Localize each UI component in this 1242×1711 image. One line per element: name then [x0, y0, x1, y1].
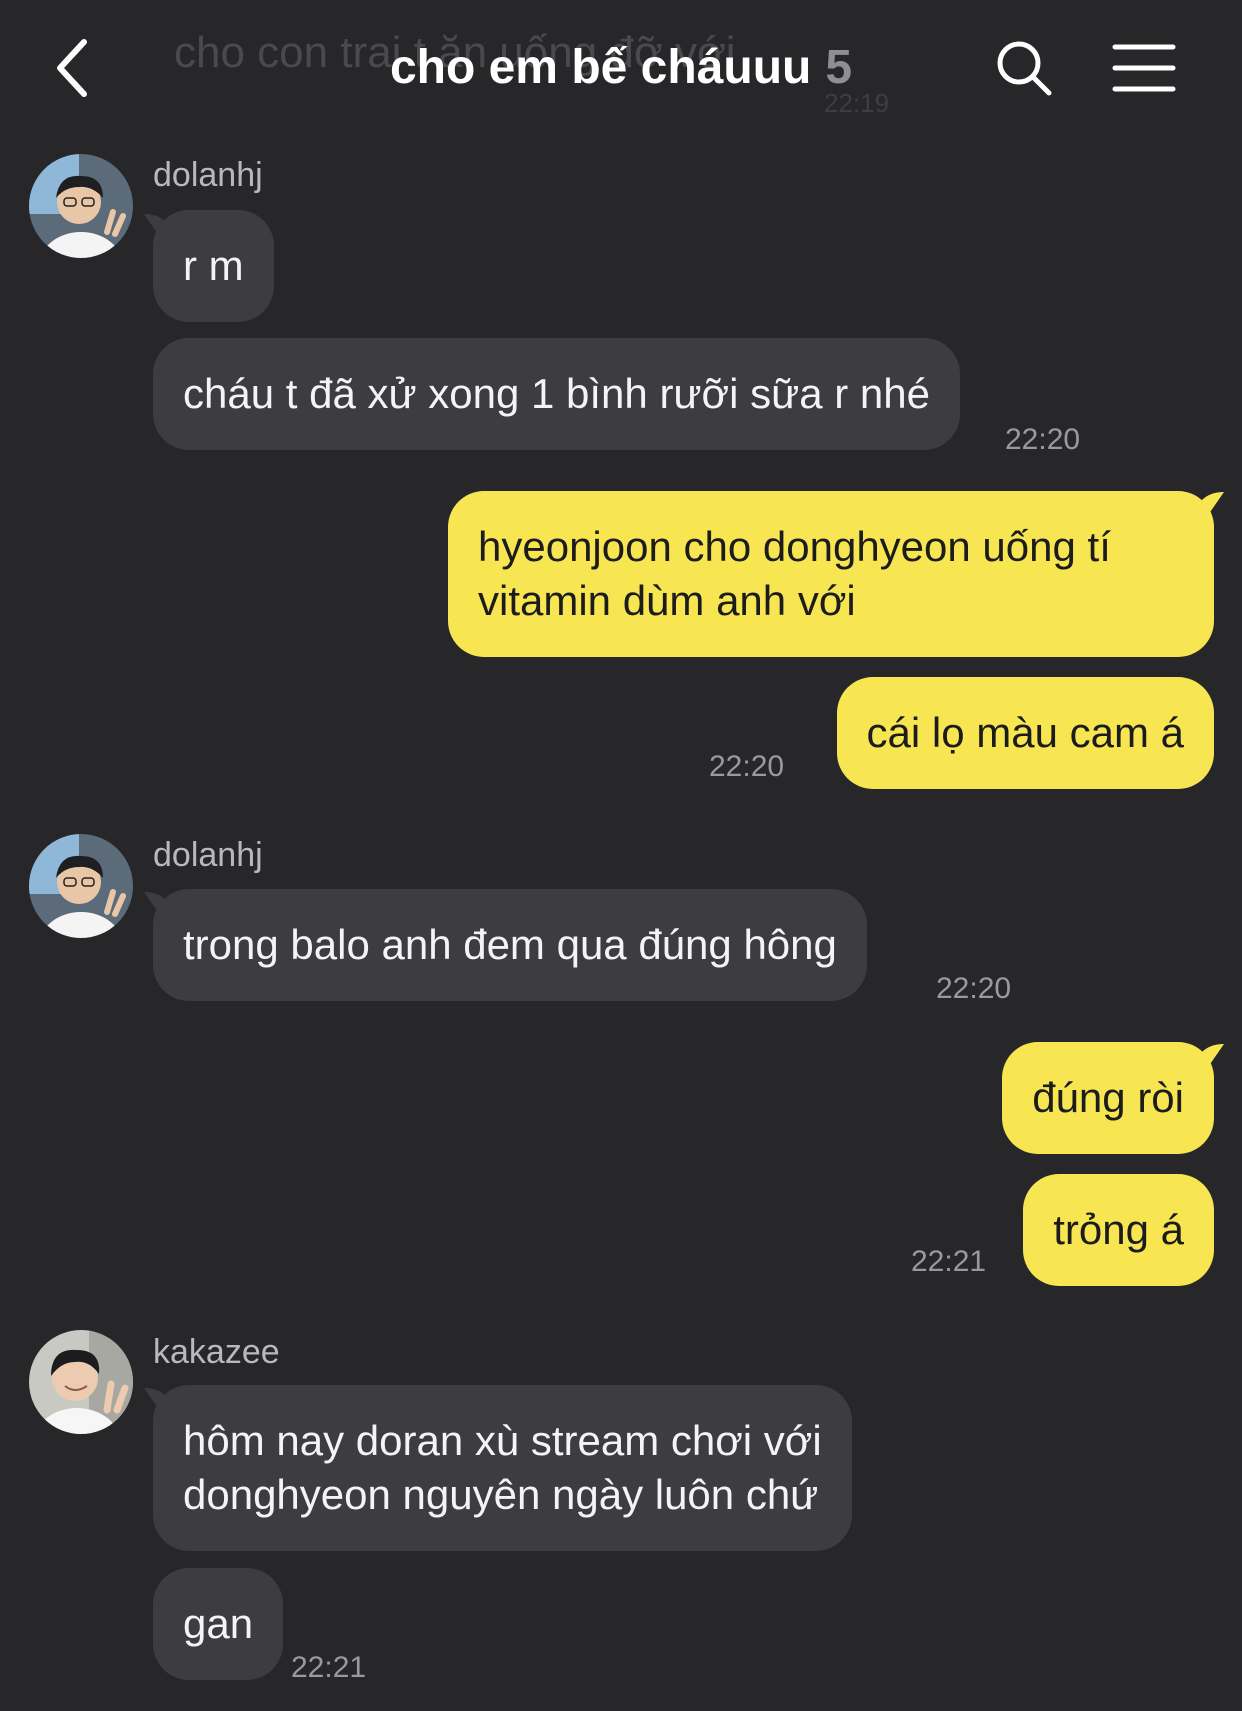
message-text-line: hyeonjoon cho donghyeon uống tí — [478, 523, 1111, 570]
back-button[interactable] — [50, 34, 110, 102]
avatar[interactable] — [29, 834, 133, 938]
message-bubble[interactable]: hôm nay doran xù stream chơi với donghye… — [153, 1385, 852, 1551]
user-avatar-icon — [29, 1330, 133, 1434]
chat-title[interactable]: cho em bế cháuuu 5 — [390, 40, 852, 95]
message-text: trỏng á — [1053, 1206, 1184, 1253]
message-text: gan — [183, 1600, 254, 1647]
member-count: 5 — [825, 41, 853, 94]
menu-button[interactable] — [1112, 42, 1176, 94]
message-bubble[interactable]: trỏng á — [1023, 1174, 1214, 1286]
sender-name: dolanhj — [153, 156, 263, 194]
message-bubble[interactable]: hyeonjoon cho donghyeon uống tí vitamin … — [448, 491, 1214, 657]
message-time: 22:21 — [911, 1245, 987, 1278]
message-text-line: donghyeon nguyên ngày luôn chứ — [183, 1471, 819, 1518]
message-text: cháu t đã xử xong 1 bình rưỡi sữa r nhé — [183, 370, 930, 417]
message-bubble[interactable]: cháu t đã xử xong 1 bình rưỡi sữa r nhé — [153, 338, 960, 450]
message-time: 22:21 — [291, 1651, 367, 1684]
user-avatar-icon — [29, 834, 133, 938]
message-text: cái lọ màu cam á — [866, 709, 1184, 756]
message-bubble[interactable]: trong balo anh đem qua đúng hông — [153, 889, 867, 1001]
message-text-line: vitamin dùm anh với — [478, 577, 856, 624]
user-avatar-icon — [29, 154, 133, 258]
search-button[interactable] — [994, 38, 1054, 98]
message-text: đúng ròi — [1032, 1074, 1184, 1121]
message-text-line: hôm nay doran xù stream chơi với — [183, 1417, 822, 1464]
message-bubble[interactable]: r m — [153, 210, 274, 322]
chevron-left-icon — [57, 39, 87, 97]
message-time: 22:20 — [709, 750, 785, 783]
message-text: trong balo anh đem qua đúng hông — [183, 921, 837, 968]
sender-name: dolanhj — [153, 836, 263, 874]
message-time: 22:20 — [1005, 423, 1081, 456]
chat-name: cho em bế cháuuu — [389, 41, 812, 94]
avatar[interactable] — [29, 1330, 133, 1434]
message-bubble[interactable]: đúng ròi — [1002, 1042, 1214, 1154]
message-bubble[interactable]: cái lọ màu cam á — [836, 677, 1214, 789]
search-icon — [997, 41, 1052, 96]
message-text: r m — [183, 242, 244, 289]
avatar[interactable] — [29, 154, 133, 258]
hamburger-menu-icon — [1112, 44, 1176, 92]
message-bubble[interactable]: gan — [153, 1568, 284, 1680]
chat-header: cho con trai t ăn uống đỡ với 22:19 cho … — [0, 0, 1242, 135]
message-time: 22:20 — [936, 972, 1012, 1005]
sender-name: kakazee — [153, 1333, 280, 1371]
